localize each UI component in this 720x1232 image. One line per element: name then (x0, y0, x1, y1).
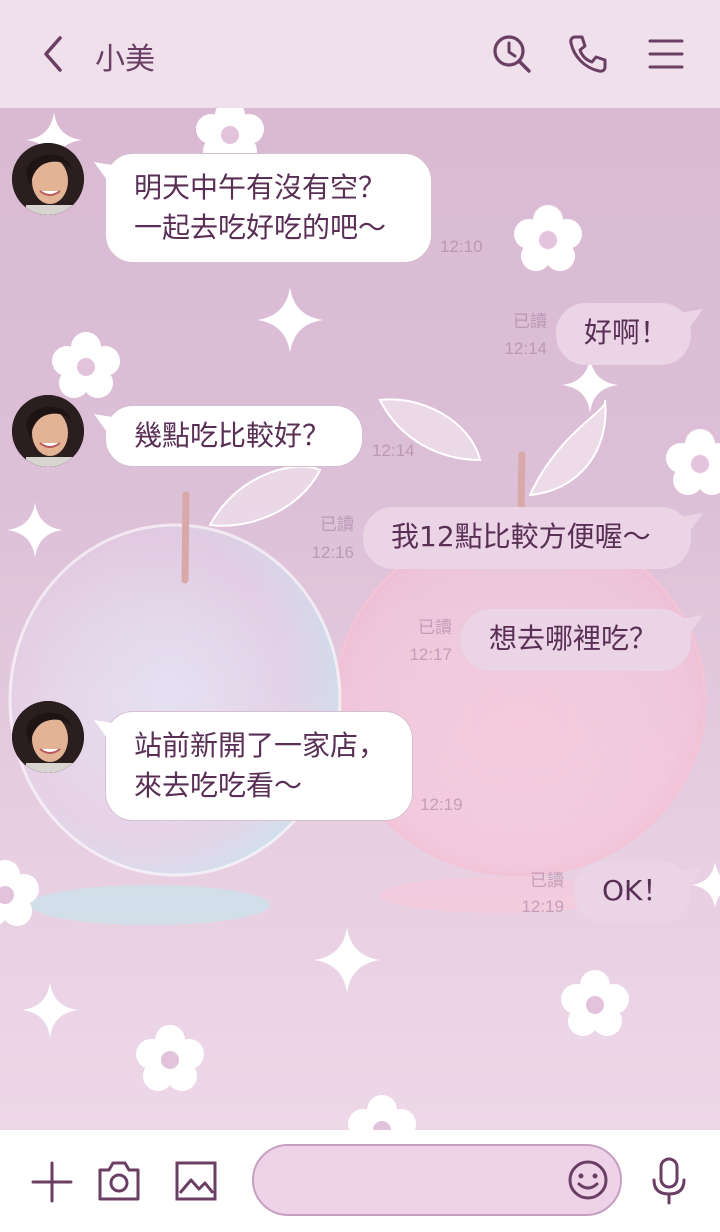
microphone-icon[interactable] (649, 1156, 689, 1206)
plus-icon[interactable] (30, 1160, 74, 1204)
chat-input-bar (0, 1130, 720, 1232)
flower-decoration (52, 332, 120, 398)
flower-decoration (666, 429, 720, 495)
message-bubble-outgoing[interactable]: 想去哪裡吃？ (461, 609, 691, 671)
menu-icon[interactable] (646, 34, 686, 74)
message-bubble-outgoing[interactable]: 好啊！ (556, 303, 691, 365)
avatar[interactable] (12, 701, 84, 773)
flower-decoration (0, 860, 39, 926)
camera-icon[interactable] (96, 1159, 142, 1203)
flower-decoration (561, 970, 629, 1036)
read-receipt: 已讀 (530, 871, 564, 890)
read-receipt: 已讀 (513, 312, 547, 331)
image-icon[interactable] (174, 1159, 218, 1203)
avatar-photo-icon (12, 395, 84, 467)
message-time: 12:14 (372, 441, 415, 460)
message-bubble-outgoing[interactable]: 我12點比較方便喔～ (363, 507, 691, 569)
phone-icon[interactable] (566, 32, 610, 76)
message-time: 12:19 (521, 897, 564, 916)
sparkle-decoration (314, 927, 380, 993)
back-chevron-icon[interactable] (36, 32, 72, 76)
sparkle-decoration (257, 287, 323, 353)
message-time: 12:14 (504, 339, 547, 358)
sparkle-decoration (7, 502, 63, 558)
avatar-photo-icon (12, 143, 84, 215)
message-bubble-incoming[interactable]: 明天中午有沒有空？ 一起去吃好吃的吧～ (105, 153, 432, 263)
sparkle-decoration (692, 862, 720, 908)
read-receipt: 已讀 (320, 515, 354, 534)
message-time: 12:19 (420, 795, 463, 814)
avatar[interactable] (12, 143, 84, 215)
search-history-icon[interactable] (490, 32, 534, 76)
chat-header: 小美 (0, 0, 720, 108)
read-receipt: 已讀 (418, 618, 452, 637)
emoji-icon[interactable] (566, 1158, 610, 1202)
avatar-photo-icon (12, 701, 84, 773)
avatar[interactable] (12, 395, 84, 467)
sparkle-decoration (22, 982, 78, 1038)
message-time: 12:17 (409, 645, 452, 664)
chat-title[interactable]: 小美 (95, 34, 155, 78)
message-time: 12:16 (311, 543, 354, 562)
message-bubble-incoming[interactable]: 站前新開了一家店， 來去吃吃看～ (105, 711, 413, 821)
message-bubble-incoming[interactable]: 幾點吃比較好？ (105, 405, 363, 467)
flower-decoration (514, 205, 582, 271)
message-bubble-outgoing[interactable]: OK！ (574, 861, 691, 923)
message-input[interactable] (252, 1144, 622, 1216)
message-time: 12:10 (440, 237, 483, 256)
flower-decoration (136, 1025, 204, 1091)
